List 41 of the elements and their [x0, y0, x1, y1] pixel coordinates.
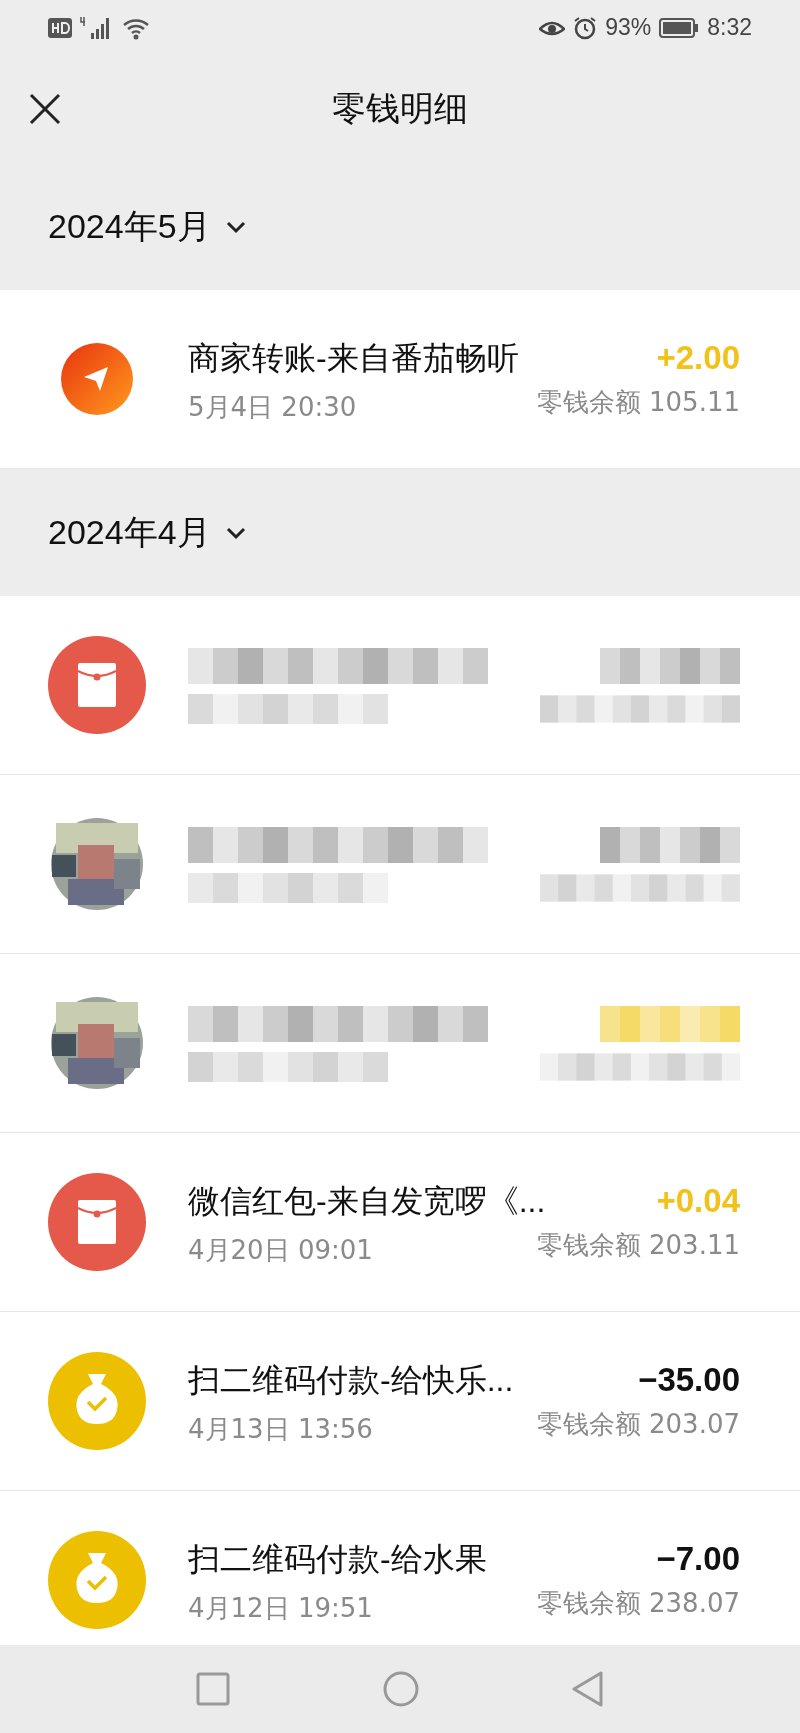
chevron-down-icon: [224, 219, 247, 234]
recent-apps-button[interactable]: [195, 1671, 232, 1707]
battery-icon: [659, 16, 700, 39]
transaction-date: 4月12日 19:51: [188, 1591, 374, 1625]
battery-percent: 93%: [605, 14, 652, 41]
money-bag-icon: [48, 1352, 146, 1450]
balance-text: 零钱余额 238.07: [536, 1586, 740, 1620]
transaction-amount: −35.00: [638, 1360, 740, 1399]
balance-text: 零钱余额 203.07: [536, 1407, 740, 1441]
month-selector[interactable]: 2024年4月: [0, 469, 800, 596]
transaction-date: 5月4日 20:30: [188, 390, 358, 424]
hd-icon: [48, 17, 72, 38]
balance-text: 零钱余额 203.11: [536, 1228, 740, 1262]
balance-text: 零钱余额 105.11: [536, 385, 740, 419]
transaction-row[interactable]: 扫二维码付款-给水果 4月12日 19:51 −7.00 零钱余额 238.07: [0, 1491, 800, 1645]
month-selector[interactable]: 2024年5月: [0, 163, 800, 290]
envelope-icon: [48, 636, 146, 734]
home-button[interactable]: [382, 1670, 420, 1708]
transaction-date: 4月13日 13:56: [188, 1412, 374, 1446]
transaction-amount: +2.00: [656, 338, 740, 377]
money-bag-icon: [48, 1531, 146, 1629]
transaction-date: 4月20日 09:01: [188, 1233, 374, 1267]
transaction-title: 扫二维码付款-给水果: [188, 1539, 488, 1579]
transaction-title: 微信红包-来自发宽啰《...: [188, 1181, 544, 1221]
clock-time: 8:32: [707, 14, 752, 41]
transaction-amount: −7.00: [656, 1539, 740, 1578]
chevron-down-icon: [224, 525, 247, 540]
transaction-row[interactable]: [0, 954, 800, 1133]
transaction-row[interactable]: [0, 775, 800, 954]
transaction-row[interactable]: [0, 596, 800, 775]
close-icon[interactable]: [29, 93, 61, 125]
envelope-icon: [48, 1173, 146, 1271]
transaction-title: 扫二维码付款-给快乐...: [188, 1360, 515, 1400]
alarm-icon: [573, 15, 598, 40]
back-button[interactable]: [570, 1670, 605, 1708]
transaction-title: 商家转账-来自番茄畅听: [188, 338, 520, 378]
page-title: 零钱明细: [332, 87, 468, 130]
transaction-row[interactable]: 商家转账-来自番茄畅听 5月4日 20:30 +2.00 零钱余额 105.11: [0, 290, 800, 469]
transaction-row[interactable]: 扫二维码付款-给快乐... 4月13日 13:56 −35.00 零钱余额 203.07: [0, 1312, 800, 1491]
transaction-row[interactable]: 微信红包-来自发宽啰《... 4月20日 09:01 +0.04 零钱余额 203.11: [0, 1133, 800, 1312]
transaction-amount: +0.04: [656, 1181, 740, 1220]
